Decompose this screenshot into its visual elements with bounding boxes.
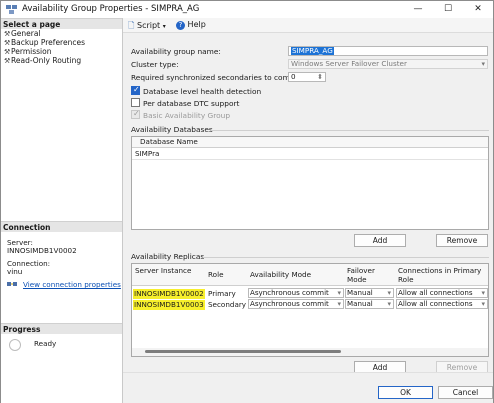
maximize-button[interactable]: ☐ [433, 1, 463, 18]
failover-mode-select[interactable]: Manual ▾ [345, 299, 394, 309]
basic-ag-label: Basic Availability Group [143, 111, 231, 120]
availability-databases-label: Availability Databases [131, 125, 213, 134]
connection-value: vinu [7, 267, 23, 276]
ag-name-field[interactable]: SIMPRA_AG [288, 46, 488, 56]
chevron-down-icon: ▾ [337, 289, 341, 297]
ok-button[interactable]: OK [378, 386, 433, 399]
script-icon: 🗋 [128, 21, 135, 30]
connection-header: Connection [1, 221, 122, 232]
page-label: Backup Preferences [11, 38, 85, 47]
dialog-footer: OK Cancel [123, 372, 493, 403]
horizontal-scrollbar[interactable] [132, 348, 488, 356]
chevron-down-icon: ▾ [387, 300, 391, 308]
script-label: Script [136, 21, 161, 30]
server-instance-column-header[interactable]: Server Instance [135, 266, 205, 275]
replica-server-instance[interactable]: INNOSIMDB1V0003 [133, 300, 205, 310]
add-database-button[interactable]: Add [354, 234, 406, 247]
server-database-icon [6, 5, 17, 14]
view-connection-properties-link[interactable]: View connection properties [23, 280, 121, 289]
database-row[interactable]: SIMPra [132, 149, 488, 160]
connections-primary-value: Allow all connections [398, 299, 473, 308]
availability-replicas-grid: Server Instance Role Availability Mode F… [131, 263, 489, 357]
chevron-down-icon: ▾ [481, 289, 485, 297]
close-button[interactable]: ✕ [463, 1, 493, 18]
wrench-icon: ⚒ [4, 57, 11, 65]
ag-name-label: Availability group name: [131, 47, 221, 56]
page-label: Permission [11, 47, 52, 56]
per-db-dtc-label: Per database DTC support [143, 99, 240, 108]
basic-ag-checkbox[interactable] [131, 109, 140, 119]
page-label: Read-Only Routing [11, 56, 82, 65]
failover-mode-select[interactable]: Manual ▾ [345, 288, 394, 298]
left-pane: Select a page ⚒General ⚒Backup Preferenc… [1, 18, 123, 403]
remove-database-button[interactable]: Remove [436, 234, 488, 247]
page-item-general[interactable]: ⚒General [4, 29, 41, 38]
page-item-read-only-routing[interactable]: ⚒Read-Only Routing [4, 56, 81, 65]
progress-header: Progress [1, 323, 122, 334]
failover-mode-value: Manual [347, 288, 373, 297]
connections-primary-value: Allow all connections [398, 288, 473, 297]
progress-status: Ready [34, 339, 57, 348]
stepper-arrows-icon: ⬍ [317, 73, 323, 81]
db-health-label: Database level health detection [143, 87, 262, 96]
page-label: General [11, 29, 41, 38]
progress-spinner-icon [9, 339, 21, 351]
chevron-down-icon: ▾ [337, 300, 341, 308]
failover-mode-column-header[interactable]: Failover Mode [347, 266, 391, 284]
availability-mode-select[interactable]: Asynchronous commit ▾ [248, 299, 344, 309]
help-icon: ? [176, 21, 185, 30]
script-button[interactable]: 🗋 Script ▾ [128, 20, 166, 34]
availability-mode-value: Asynchronous commit [250, 288, 329, 297]
availability-mode-select[interactable]: Asynchronous commit ▾ [248, 288, 344, 298]
connections-primary-select[interactable]: Allow all connections ▾ [396, 299, 488, 309]
window-title: Availability Group Properties - SIMPRA_A… [22, 4, 200, 14]
required-sync-value: 0 [291, 72, 296, 81]
group-divider [211, 130, 489, 131]
title-bar: Availability Group Properties - SIMPRA_A… [1, 1, 493, 18]
toolbar: 🗋 Script ▾ ? Help [123, 18, 493, 33]
per-db-dtc-checkbox[interactable] [131, 98, 140, 107]
group-divider [203, 257, 489, 258]
general-page: Availability group name: SIMPRA_AG Clust… [123, 34, 493, 374]
cluster-type-select[interactable]: Windows Server Failover Cluster ▾ [288, 59, 488, 69]
database-name-column-header[interactable]: Database Name [132, 137, 488, 148]
chevron-down-icon: ▾ [387, 289, 391, 297]
role-column-header[interactable]: Role [208, 270, 224, 279]
ag-name-value: SIMPRA_AG [291, 46, 334, 55]
cluster-type-value: Windows Server Failover Cluster [291, 59, 407, 68]
failover-mode-value: Manual [347, 299, 373, 308]
page-item-backup-preferences[interactable]: ⚒Backup Preferences [4, 38, 85, 47]
replica-role: Secondary [208, 300, 247, 309]
availability-databases-grid: Database Name SIMPra [131, 136, 489, 230]
availability-replicas-label: Availability Replicas [131, 252, 205, 261]
replica-role: Primary [208, 289, 236, 298]
availability-mode-column-header[interactable]: Availability Mode [250, 270, 311, 279]
availability-mode-value: Asynchronous commit [250, 299, 329, 308]
chevron-down-icon: ▾ [162, 23, 166, 30]
chevron-down-icon: ▾ [481, 60, 485, 68]
required-sync-stepper[interactable]: 0 ⬍ [288, 72, 326, 82]
minimize-button[interactable]: — [403, 1, 433, 18]
connections-primary-column-header[interactable]: Connections in Primary Role [398, 266, 488, 284]
cluster-type-label: Cluster type: [131, 60, 179, 69]
replica-server-instance[interactable]: INNOSIMDB1V0002 [133, 289, 205, 299]
properties-window: Availability Group Properties - SIMPRA_A… [0, 0, 494, 403]
required-sync-label: Required synchronized secondaries to com… [131, 73, 305, 82]
help-label: Help [187, 20, 206, 29]
cancel-button[interactable]: Cancel [438, 386, 493, 399]
connections-primary-select[interactable]: Allow all connections ▾ [396, 288, 488, 298]
chevron-down-icon: ▾ [481, 300, 485, 308]
db-health-checkbox[interactable] [131, 85, 140, 95]
help-button[interactable]: ? Help [176, 20, 206, 30]
scrollbar-thumb[interactable] [145, 350, 341, 353]
select-page-header: Select a page [1, 18, 122, 29]
server-value: INNOSIMDB1V0002 [7, 246, 77, 255]
page-item-permission[interactable]: ⚒Permission [4, 47, 51, 56]
connection-properties-icon [7, 282, 17, 286]
